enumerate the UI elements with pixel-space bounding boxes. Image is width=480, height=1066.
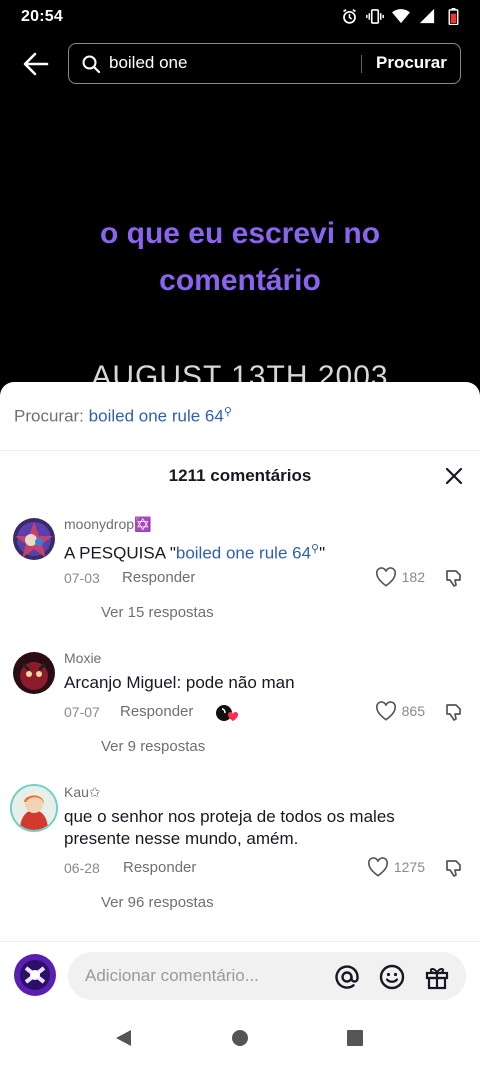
heart-icon [375,701,396,721]
comment-text: Arcanjo Miguel: pode não man [64,673,295,692]
nav-back-icon[interactable] [113,1028,133,1048]
search-suggestion-text: Procurar: boiled one rule 64⚲ [14,405,232,427]
comment-input-bar: Adicionar comentário... [0,941,480,1009]
like-button[interactable]: 865 [375,701,425,721]
alarm-icon [340,7,358,25]
comment-search-link[interactable]: boiled one rule 64 [176,544,311,563]
comment-text: que o senhor nos proteja de todos os mal… [64,807,395,848]
thumbs-down-icon[interactable] [444,858,464,878]
search-icon [82,55,101,74]
search-suggestion-label: Procurar: [14,406,84,426]
avatar[interactable] [13,518,55,560]
comment-date: 06-28 [64,860,100,876]
comment-text-suffix: " [319,543,326,563]
comments-count: 1211 comentários [168,466,312,485]
gift-icon[interactable] [424,964,450,990]
system-nav-bar [0,1009,480,1066]
back-button[interactable] [20,49,52,79]
like-button[interactable]: 182 [375,567,425,587]
small-search-icon: ⚲ [223,406,232,418]
reply-button[interactable]: Responder [120,703,193,720]
view-replies-button[interactable]: Ver 9 respostas [101,738,205,755]
comment-item: Kau✩ que o senhor nos proteja de todos o… [0,784,480,924]
heart-icon [367,857,388,877]
avatar[interactable] [10,784,58,832]
video-caption: o que eu escrevi no comentário [40,210,440,304]
wifi-icon [392,7,410,25]
comment-input[interactable]: Adicionar comentário... [68,952,466,1000]
video-caption-line1: o que eu escrevi no [99,217,381,250]
small-search-icon: ⚲ [311,543,320,555]
signal-icon [418,7,436,25]
view-replies-button[interactable]: Ver 96 respostas [101,894,214,911]
search-suggestion[interactable]: Procurar: boiled one rule 64⚲ [0,382,480,451]
status-time: 20:54 [21,8,63,25]
comment-text-prefix: A PESQUISA " [64,543,176,563]
reply-button[interactable]: Responder [122,569,195,586]
thumbs-down-icon[interactable] [444,568,464,588]
nav-home-icon[interactable] [230,1028,250,1048]
creator-liked-badge-icon [216,705,239,721]
battery-low-icon [444,7,462,25]
comment-date: 07-03 [64,570,100,586]
like-count: 865 [401,703,425,719]
nav-recents-icon[interactable] [345,1028,365,1048]
vibrate-icon [366,7,384,25]
comment-item: Moxie Arcanjo Miguel: pode não man 07-07… [0,650,480,760]
comment-username[interactable]: Moxie [64,650,101,666]
arrow-left-icon [23,52,49,76]
my-avatar[interactable] [14,954,56,996]
heart-icon [375,567,396,587]
video-caption-line2: comentário [159,264,321,297]
view-replies-button[interactable]: Ver 15 respostas [101,604,214,621]
search-divider [361,55,362,73]
close-icon[interactable] [443,465,465,487]
like-count: 182 [401,569,425,585]
thumbs-down-icon[interactable] [444,702,464,722]
like-button[interactable]: 1275 [367,857,425,877]
avatar[interactable] [13,652,55,694]
comment-item: moonydrop✡️ A PESQUISA "boiled one rule … [0,516,480,626]
comment-date: 07-07 [64,704,100,720]
search-submit-button[interactable]: Procurar [376,53,447,73]
emoji-icon[interactable] [379,964,405,990]
comment-input-placeholder: Adicionar comentário... [85,966,259,985]
status-icons [340,7,462,25]
like-count: 1275 [393,859,425,875]
status-bar: 20:54 [0,0,480,34]
search-bar[interactable]: boiled one Procurar [68,43,461,84]
comment-username[interactable]: moonydrop✡️ [64,516,151,533]
mention-icon[interactable] [334,964,360,990]
comment-username[interactable]: Kau✩ [64,784,101,801]
search-suggestion-query[interactable]: boiled one rule 64 [89,407,224,426]
reply-button[interactable]: Responder [123,859,196,876]
search-input[interactable]: boiled one [109,53,187,73]
comment-text: A PESQUISA "boiled one rule 64⚲" [64,538,444,565]
